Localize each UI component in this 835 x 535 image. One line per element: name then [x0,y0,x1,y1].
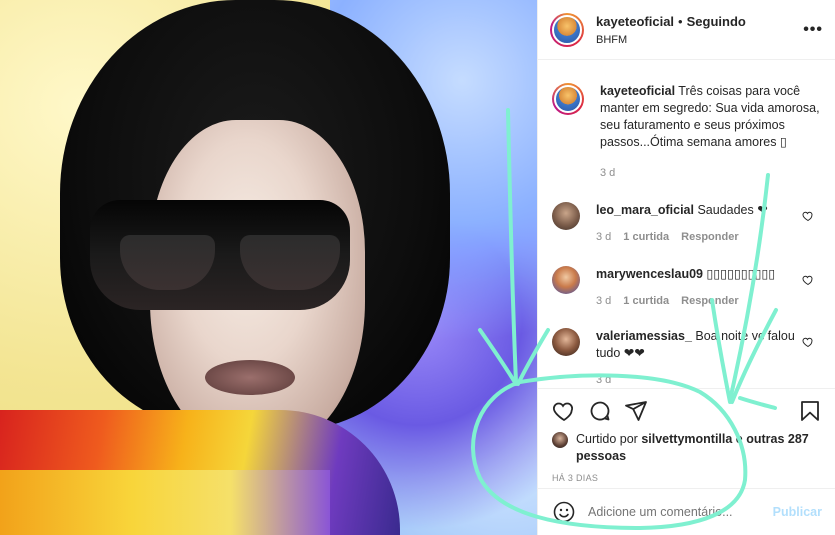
liker-avatar[interactable] [552,432,568,448]
comment-item: leo_mara_oficial Saudades ❤ 3 d 1 curtid… [552,202,822,246]
comments-panel: kayeteoficial • Seguindo BHFM ••• kayeteof… [537,0,835,535]
commenter-avatar[interactable] [552,328,580,356]
caption-avatar[interactable] [552,83,584,115]
comment-username[interactable]: leo_mara_oficial [596,203,694,217]
caption-time[interactable]: 3 d [600,165,615,182]
caption-username[interactable]: kayeteoficial [600,84,675,98]
post-header: kayeteoficial • Seguindo BHFM ••• [538,0,835,60]
comments-list[interactable]: kayeteoficial Três coisas para você mant… [538,61,835,387]
caption-emoji: ▯ [779,135,787,149]
comment-username[interactable]: marywenceslau09 [596,267,703,281]
follow-status-button[interactable]: Seguindo [687,14,746,29]
post-location[interactable]: BHFM [596,34,803,46]
bookmark-icon[interactable] [798,399,822,423]
post-actions: Curtido por silvettymontilla e outras 28… [538,388,835,483]
comment-time[interactable]: 3 d [596,372,611,387]
header-separator: • [678,14,683,29]
author-username[interactable]: kayeteoficial [596,14,674,29]
comment-text: ▯▯▯▯▯▯▯▯▯▯ [703,267,776,281]
add-comment-bar: Publicar [538,488,835,535]
heart-icon[interactable] [552,399,576,423]
comment-item: valeriamessias_ Boa noite vc falou tudo … [552,328,822,387]
comment-username[interactable]: valeriamessias_ [596,329,692,343]
commenter-avatar[interactable] [552,202,580,230]
comment-likes[interactable]: 1 curtida [623,229,669,246]
likes-summary: Curtido por silvettymontilla e outras 28… [552,431,822,465]
caption-comment: kayeteoficial Três coisas para você mant… [552,83,822,182]
author-info: kayeteoficial • Seguindo BHFM [596,13,803,46]
post-photo[interactable] [0,0,537,535]
comment-text: Saudades ❤ [693,203,768,217]
comment-like-heart-icon[interactable] [802,336,814,348]
photo-lens-right [240,235,340,290]
add-comment-input[interactable] [588,505,773,519]
comment-like-heart-icon[interactable] [802,210,814,222]
reply-button[interactable]: Responder [681,229,738,246]
author-avatar[interactable] [550,12,584,47]
comment-likes[interactable]: 1 curtida [623,293,669,310]
photo-lips [205,360,295,395]
reply-button[interactable]: Responder [681,293,738,310]
post-time-ago[interactable]: HÁ 3 DIAS [552,473,822,483]
comment-item: marywenceslau09 ▯▯▯▯▯▯▯▯▯▯ 3 d 1 curtida… [552,266,822,310]
comment-time[interactable]: 3 d [596,229,611,246]
commenter-avatar[interactable] [552,266,580,294]
likes-prefix: Curtido por [576,432,642,446]
publish-button[interactable]: Publicar [773,505,822,519]
likes-conjunction: e [732,432,747,446]
comment-icon[interactable] [588,399,612,423]
more-options-icon[interactable]: ••• [803,21,823,39]
photo-sunglasses [90,200,350,310]
smiley-icon[interactable] [552,500,576,524]
photo-lens-left [120,235,215,290]
comment-time[interactable]: 3 d [596,293,611,310]
send-icon[interactable] [624,399,648,423]
instagram-post-view: kayeteoficial • Seguindo BHFM ••• kayeteof… [0,0,835,535]
comment-like-heart-icon[interactable] [802,274,814,286]
photo-rainbow-scarf-lower [0,470,330,535]
liker-username[interactable]: silvettymontilla [641,432,732,446]
